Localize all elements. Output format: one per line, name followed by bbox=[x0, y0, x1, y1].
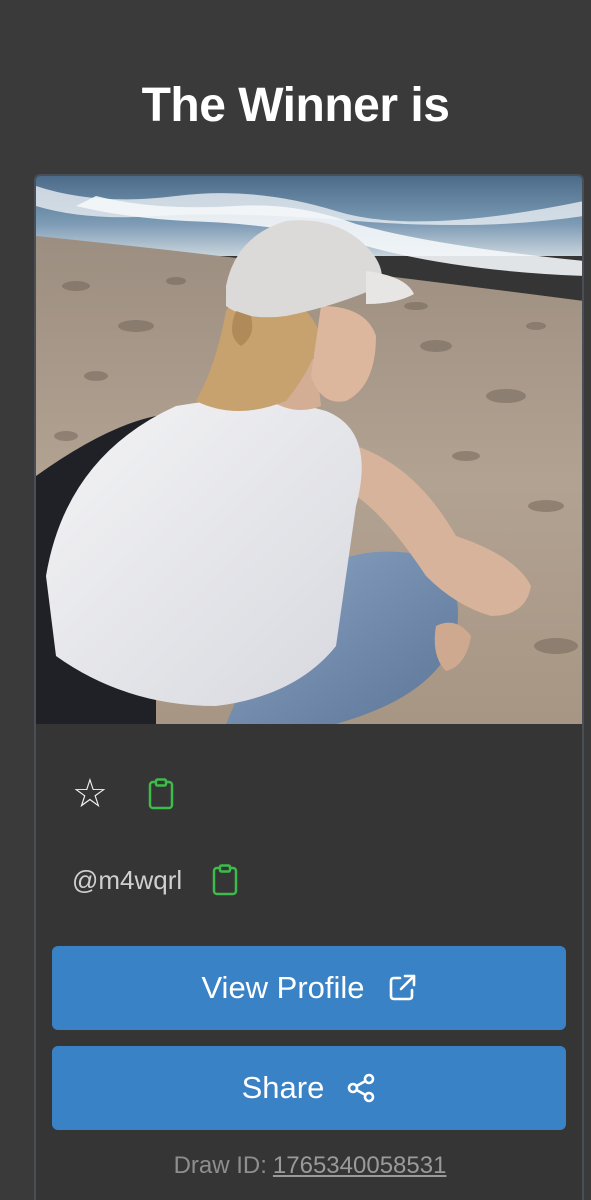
winner-card: ☆ @m4wqrl View Profile Share Draw ID: 17… bbox=[34, 174, 584, 1200]
share-button[interactable]: Share bbox=[52, 1046, 566, 1130]
share-icon bbox=[348, 1073, 375, 1103]
winner-photo bbox=[36, 176, 582, 724]
clipboard-icon[interactable] bbox=[148, 778, 174, 810]
draw-id-link[interactable]: 1765340058531 bbox=[273, 1152, 447, 1179]
page-title: The Winner is bbox=[141, 79, 450, 132]
clipboard-icon[interactable] bbox=[212, 864, 238, 896]
view-profile-button[interactable]: View Profile bbox=[52, 946, 566, 1030]
share-label: Share bbox=[241, 1070, 325, 1105]
external-link-icon bbox=[389, 974, 415, 1001]
favorite-row: ☆ bbox=[72, 772, 174, 816]
view-profile-label: View Profile bbox=[201, 970, 365, 1005]
username-row: @m4wqrl bbox=[72, 858, 238, 902]
winner-page: The Winner is ☆ @m4wqrl View Profile Sha… bbox=[0, 0, 591, 1200]
draw-id-label: Draw ID: bbox=[173, 1152, 267, 1179]
winner-username: @m4wqrl bbox=[72, 865, 183, 895]
star-outline-icon[interactable]: ☆ bbox=[72, 772, 108, 816]
draw-id: Draw ID: 1765340058531 bbox=[36, 1146, 582, 1186]
